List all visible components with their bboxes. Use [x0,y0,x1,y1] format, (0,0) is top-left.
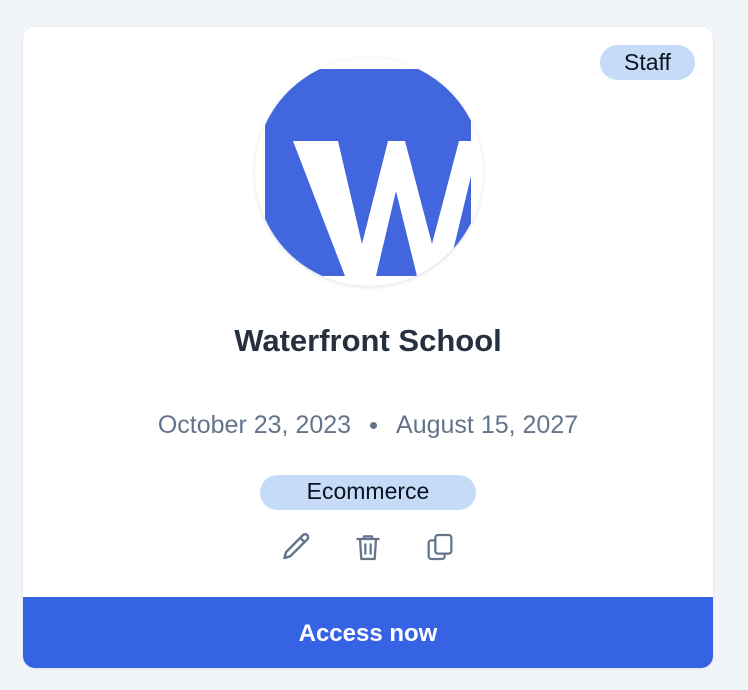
w-logo-icon [265,69,471,276]
date-separator [370,422,378,429]
trash-icon [356,535,380,561]
copy-icon [427,533,453,561]
school-card: Staff Waterfront School October 23, 2023… [23,27,713,668]
pencil-icon [283,533,310,560]
action-row [23,527,713,567]
school-name: Waterfront School [234,323,502,358]
start-date: October 23, 2023 [157,411,352,439]
school-logo [255,58,483,286]
date-range: October 23, 2023 August 15, 2027 [23,411,713,440]
duplicate-button[interactable] [420,527,460,567]
edit-button[interactable] [276,527,316,567]
delete-button[interactable] [348,527,388,567]
access-now-button[interactable]: Access now [23,597,713,668]
end-date: August 15, 2027 [396,411,579,439]
category-badge: Ecommerce [260,475,476,510]
role-badge: Staff [600,45,695,80]
